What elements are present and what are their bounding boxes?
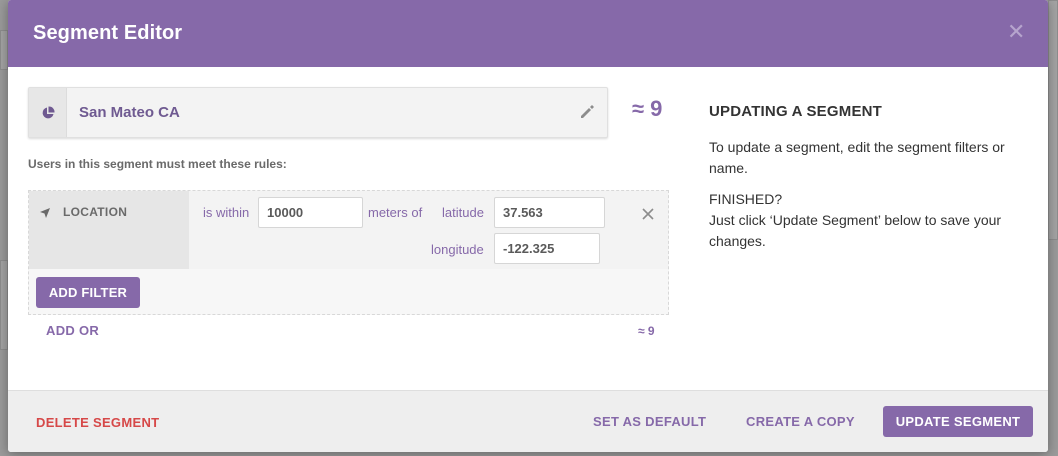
- modal-footer: DELETE SEGMENT SET AS DEFAULT CREATE A C…: [8, 390, 1048, 452]
- rules-label: Users in this segment must meet these ru…: [28, 157, 287, 171]
- update-segment-button[interactable]: UPDATE SEGMENT: [883, 406, 1033, 437]
- pie-chart-icon: [29, 88, 67, 137]
- longitude-input[interactable]: -122.325: [494, 233, 600, 264]
- background-card: [0, 260, 8, 350]
- set-as-default-button[interactable]: SET AS DEFAULT: [593, 414, 706, 429]
- close-icon[interactable]: [641, 207, 655, 221]
- add-filter-button[interactable]: ADD FILTER: [36, 277, 140, 308]
- help-finished-title: FINISHED?: [709, 191, 783, 207]
- filter-type[interactable]: LOCATION: [29, 191, 189, 269]
- location-arrow-icon: [40, 208, 50, 218]
- help-panel: UPDATING A SEGMENT To update a segment, …: [709, 103, 1039, 252]
- background-card: [0, 30, 8, 70]
- modal-header: Segment Editor ✕: [8, 0, 1048, 67]
- filter-type-label: LOCATION: [63, 205, 128, 219]
- longitude-label: longitude: [431, 242, 484, 257]
- create-copy-button[interactable]: CREATE A COPY: [746, 414, 855, 429]
- segment-count: ≈ 9: [632, 96, 663, 121]
- latitude-label: latitude: [442, 205, 484, 220]
- operator-label: is within: [203, 205, 250, 220]
- unit-label: meters of: [368, 205, 423, 220]
- filter-row: LOCATION is within 10000 meters of latit…: [29, 191, 668, 269]
- latitude-input[interactable]: 37.563: [494, 197, 605, 228]
- help-text: To update a segment, edit the segment fi…: [709, 139, 1005, 176]
- pencil-icon[interactable]: [579, 104, 595, 120]
- delete-segment-button[interactable]: DELETE SEGMENT: [36, 415, 159, 430]
- filter-group: LOCATION is within 10000 meters of latit…: [28, 190, 669, 315]
- modal-title: Segment Editor: [33, 22, 183, 44]
- help-finished: FINISHED? Just click ‘Update Segment’ be…: [709, 189, 1039, 252]
- help-title: UPDATING A SEGMENT: [709, 103, 883, 120]
- segment-name-field[interactable]: San Mateo CA: [28, 87, 608, 138]
- background-card: [1048, 0, 1058, 240]
- help-finished-text: Just click ‘Update Segment’ below to sav…: [709, 212, 1002, 249]
- distance-input[interactable]: 10000: [258, 197, 363, 228]
- group-count: ≈ 9: [638, 324, 655, 338]
- segment-name: San Mateo CA: [79, 104, 180, 121]
- add-or-button[interactable]: ADD OR: [46, 323, 99, 338]
- segment-editor-modal: Segment Editor ✕ San Mateo CA ≈ 9 Users …: [8, 0, 1048, 452]
- close-icon[interactable]: ✕: [1007, 21, 1025, 43]
